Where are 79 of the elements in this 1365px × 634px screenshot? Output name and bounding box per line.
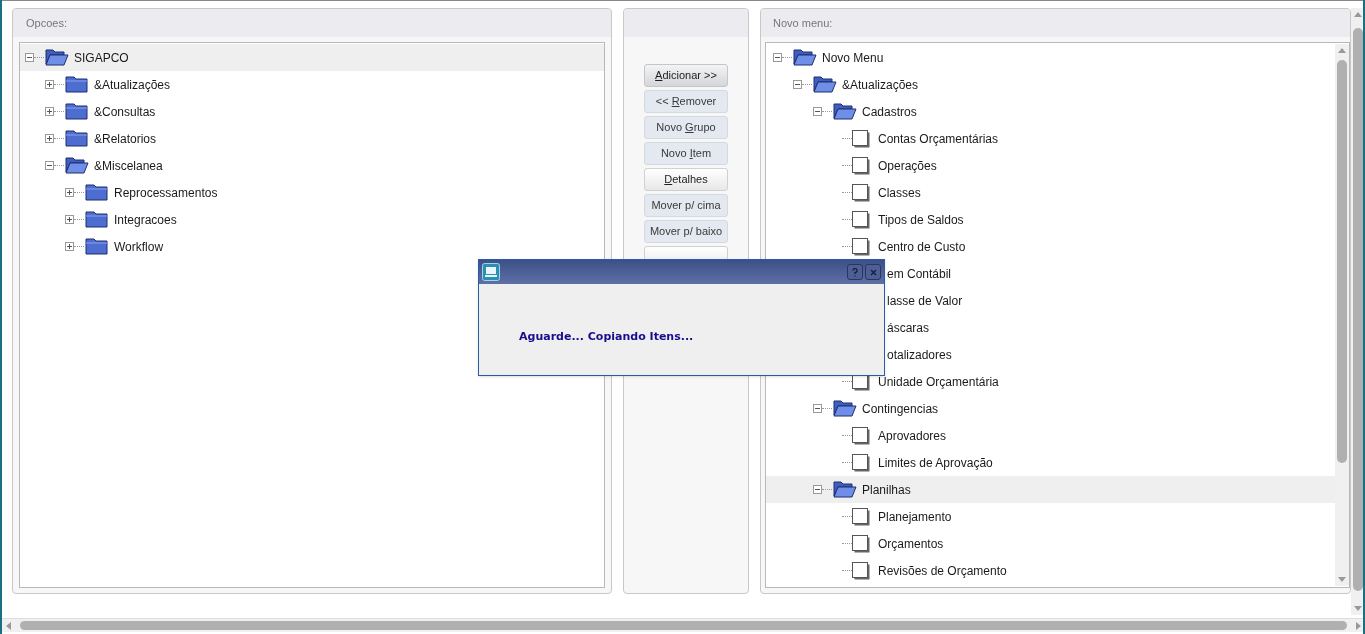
- vertical-scrollbar[interactable]: [1351, 8, 1363, 615]
- open-folder-icon: [793, 49, 817, 66]
- expand-icon[interactable]: [45, 107, 54, 116]
- help-icon: [852, 267, 858, 277]
- tree-label: Orçamentos: [878, 535, 944, 553]
- tree-label: Workflow: [114, 238, 164, 256]
- tree-label: &Atualizações: [94, 76, 171, 94]
- tree-row[interactable]: SIGAPCO: [20, 44, 604, 71]
- collapse-icon[interactable]: [813, 107, 822, 116]
- panel-title: Opcoes:: [26, 15, 67, 31]
- open-folder-icon: [833, 481, 857, 498]
- action-button[interactable]: Detalhes: [644, 168, 728, 191]
- tree-label: Centro de Custo: [878, 238, 966, 256]
- tree-label: Unidade Orçamentária: [878, 373, 999, 391]
- expand-icon[interactable]: [45, 134, 54, 143]
- expand-icon[interactable]: [45, 80, 54, 89]
- tree-label: Contingencias: [862, 400, 939, 418]
- tree-label: Novo Menu: [822, 49, 884, 67]
- open-folder-icon: [65, 157, 89, 174]
- tree-label: áscaras: [887, 319, 930, 337]
- tree-row[interactable]: Planilhas: [766, 476, 1335, 503]
- tree-label: Tipos de Saldos: [878, 211, 964, 229]
- collapse-icon[interactable]: [813, 404, 822, 413]
- close-button[interactable]: [865, 264, 881, 280]
- tree-label: Contas Orçamentárias: [878, 130, 999, 148]
- item-icon: [852, 426, 870, 445]
- vertical-scrollbar[interactable]: [1335, 44, 1349, 586]
- folder-icon: [65, 103, 89, 120]
- open-folder-icon: [45, 49, 69, 66]
- item-icon: [852, 507, 870, 526]
- tree-label: SIGAPCO: [74, 49, 129, 67]
- tree-label: Integracoes: [114, 211, 177, 229]
- folder-icon: [85, 184, 109, 201]
- tree-label: lasse de Valor: [887, 292, 963, 310]
- item-icon: [852, 183, 870, 202]
- tree-label: Classes: [878, 184, 921, 202]
- folder-icon: [85, 238, 109, 255]
- folder-icon: [65, 130, 89, 147]
- item-icon: [852, 534, 870, 553]
- folder-icon: [85, 211, 109, 228]
- expand-icon[interactable]: [65, 242, 74, 251]
- tree-label: otalizadores: [887, 346, 952, 364]
- progress-message: Aguarde... Copiando Itens...: [519, 328, 694, 345]
- tree-label: em Contábil: [887, 265, 952, 283]
- horizontal-scrollbar[interactable]: [2, 618, 1363, 632]
- expand-icon[interactable]: [65, 215, 74, 224]
- item-icon: [852, 129, 870, 148]
- tree-label: &Relatorios: [94, 130, 157, 148]
- tree-label: &Atualizações: [842, 76, 919, 94]
- tree-label: Aprovadores: [878, 427, 947, 445]
- tree-label: &Consultas: [94, 103, 156, 121]
- collapse-icon[interactable]: [773, 53, 782, 62]
- action-button[interactable]: Adicionar >>: [644, 64, 728, 87]
- close-icon: [869, 268, 877, 276]
- tree-label: Planilhas: [862, 481, 911, 499]
- collapse-icon[interactable]: [25, 53, 34, 62]
- tree-label: Planejamento: [878, 508, 952, 526]
- tree-label: &Miscelanea: [94, 157, 163, 175]
- open-folder-icon: [813, 76, 837, 93]
- folder-icon: [65, 76, 89, 93]
- collapse-icon[interactable]: [45, 161, 54, 170]
- tree-label: Revisões de Orçamento: [878, 562, 1007, 580]
- tree-label: Operações: [878, 157, 937, 175]
- item-icon: [852, 453, 870, 472]
- monitor-icon: [482, 263, 500, 281]
- tree-label: Reprocessamentos: [114, 184, 218, 202]
- tree-label: Limites de Aprovação: [878, 454, 993, 472]
- collapse-icon[interactable]: [793, 80, 802, 89]
- tree-label: Cadastros: [862, 103, 917, 121]
- panel-title: Novo menu:: [773, 15, 833, 31]
- collapse-icon[interactable]: [813, 485, 822, 494]
- open-folder-icon: [833, 103, 857, 120]
- item-icon: [852, 156, 870, 175]
- item-icon: [852, 237, 870, 256]
- item-icon: [852, 561, 870, 580]
- help-button[interactable]: [847, 264, 863, 280]
- open-folder-icon: [833, 400, 857, 417]
- expand-icon[interactable]: [65, 188, 74, 197]
- item-icon: [852, 210, 870, 229]
